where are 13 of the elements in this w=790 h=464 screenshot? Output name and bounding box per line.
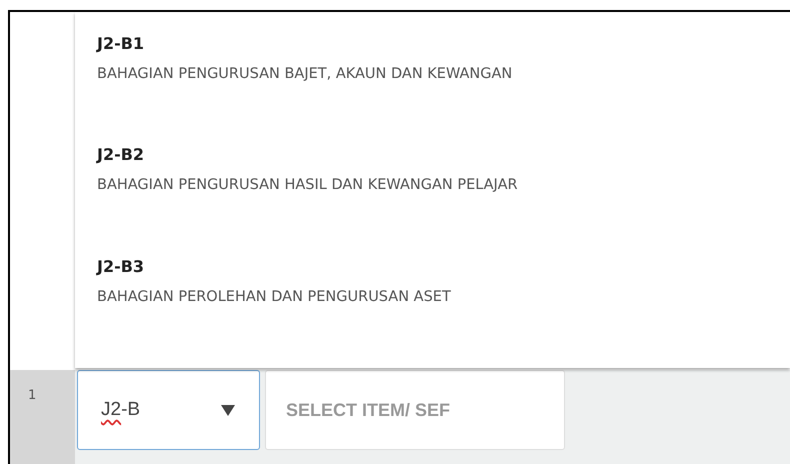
search-field[interactable]: SELECT ITEM/ SEF — [265, 370, 565, 450]
option-description: BAHAGIAN PENGURUSAN BAJET, AKAUN DAN KEWANGAN — [97, 66, 512, 82]
dropdown-option[interactable]: J2-B3 BAHAGIAN PEROLEHAN DAN PENGURUSAN ASET — [97, 256, 461, 368]
row-number: 1 — [27, 387, 38, 405]
dropdown-option[interactable]: J2-B1 BAHAGIAN PENGURUSAN BAJET, AKAUN DAN KEWANGAN — [97, 34, 522, 146]
option-description: BAHAGIAN PEROLEHAN DAN PENGURUSAN ASET — [97, 288, 451, 305]
option-description: BAHAGIAN PENGURUSAN HASIL DAN KEWANGAN PELAJAR — [97, 177, 518, 194]
option-code: J2-B3 — [97, 256, 146, 276]
option-code: J2-B1 — [97, 34, 146, 53]
option-code: J2-B2 — [97, 145, 146, 164]
dropdown-field[interactable]: J2-B — [77, 370, 260, 450]
dropdown-option[interactable]: J2-B2 BAHAGIAN PENGURUSAN HASIL DAN KEWANGAN PELAJAR — [97, 145, 528, 257]
caret-icon — [221, 404, 235, 416]
